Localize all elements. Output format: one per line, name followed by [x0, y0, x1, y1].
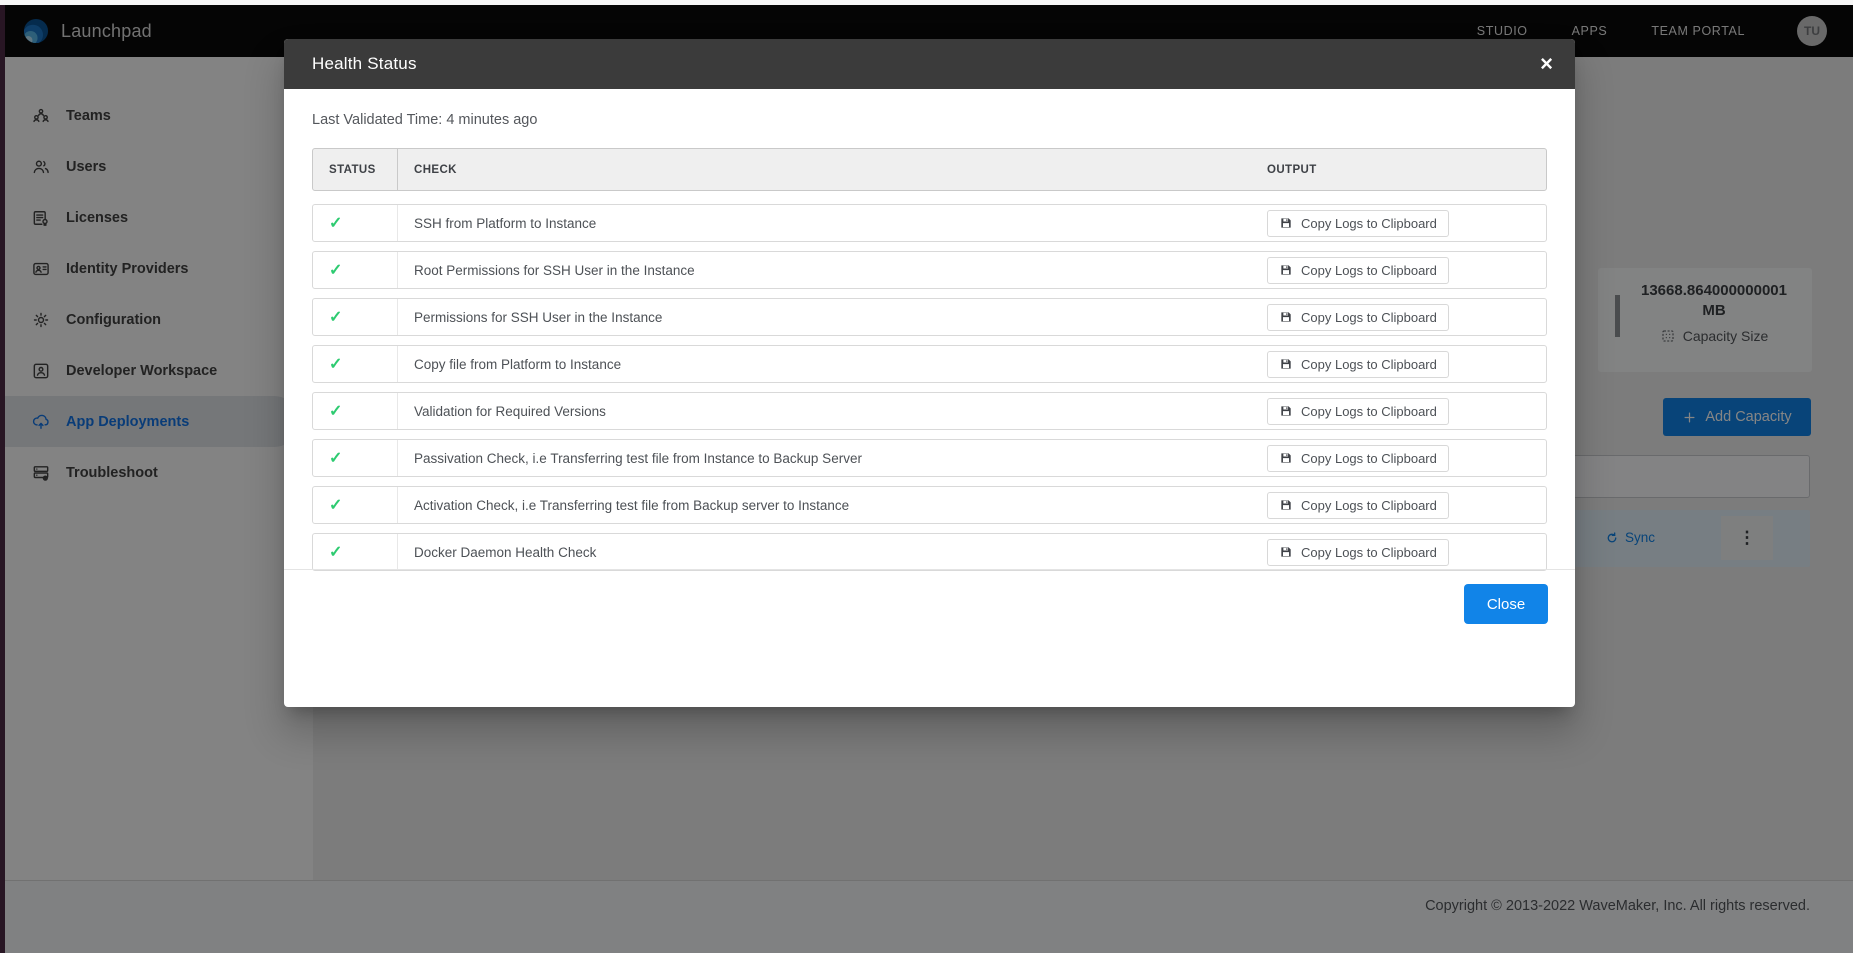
health-check-row: ✓ SSH from Platform to Instance Copy Log… — [312, 204, 1547, 242]
health-check-row: ✓ Passivation Check, i.e Transferring te… — [312, 439, 1547, 477]
check-name: Copy file from Platform to Instance — [398, 346, 1267, 382]
output-cell: Copy Logs to Clipboard — [1267, 487, 1546, 523]
copy-logs-button[interactable]: Copy Logs to Clipboard — [1267, 539, 1449, 566]
check-name: Docker Daemon Health Check — [398, 534, 1267, 570]
screen-top-strip — [0, 0, 1853, 5]
check-pass-icon: ✓ — [329, 495, 342, 515]
copy-logs-button[interactable]: Copy Logs to Clipboard — [1267, 492, 1449, 519]
save-icon — [1279, 545, 1293, 559]
check-pass-icon: ✓ — [329, 307, 342, 327]
modal-title: Health Status — [312, 54, 417, 74]
save-icon — [1279, 357, 1293, 371]
save-icon — [1279, 404, 1293, 418]
check-name: Root Permissions for SSH User in the Ins… — [398, 252, 1267, 288]
check-name: Permissions for SSH User in the Instance — [398, 299, 1267, 335]
save-icon — [1279, 498, 1293, 512]
output-cell: Copy Logs to Clipboard — [1267, 534, 1546, 570]
modal-body: Last Validated Time: 4 minutes ago STATU… — [284, 89, 1575, 638]
check-pass-icon: ✓ — [329, 354, 342, 374]
health-check-row: ✓ Docker Daemon Health Check Copy Logs t… — [312, 533, 1547, 571]
close-button[interactable]: Close — [1464, 584, 1548, 624]
output-cell: Copy Logs to Clipboard — [1267, 252, 1546, 288]
save-icon — [1279, 310, 1293, 324]
column-header-status: STATUS — [313, 149, 398, 190]
health-check-row: ✓ Activation Check, i.e Transferring tes… — [312, 486, 1547, 524]
output-cell: Copy Logs to Clipboard — [1267, 299, 1546, 335]
health-check-row: ✓ Root Permissions for SSH User in the I… — [312, 251, 1547, 289]
status-cell: ✓ — [313, 299, 398, 335]
status-cell: ✓ — [313, 440, 398, 476]
output-cell: Copy Logs to Clipboard — [1267, 205, 1546, 241]
modal-header: Health Status × — [284, 39, 1575, 89]
check-pass-icon: ✓ — [329, 401, 342, 421]
health-status-modal: Health Status × Last Validated Time: 4 m… — [284, 39, 1575, 707]
copy-logs-button[interactable]: Copy Logs to Clipboard — [1267, 398, 1449, 425]
check-name: SSH from Platform to Instance — [398, 205, 1267, 241]
output-cell: Copy Logs to Clipboard — [1267, 393, 1546, 429]
health-table-header: STATUS CHECK OUTPUT — [312, 148, 1547, 191]
save-icon — [1279, 216, 1293, 230]
health-check-row: ✓ Permissions for SSH User in the Instan… — [312, 298, 1547, 336]
copy-logs-label: Copy Logs to Clipboard — [1301, 263, 1437, 278]
status-cell: ✓ — [313, 534, 398, 570]
copy-logs-button[interactable]: Copy Logs to Clipboard — [1267, 304, 1449, 331]
copy-logs-button[interactable]: Copy Logs to Clipboard — [1267, 210, 1449, 237]
health-table-rows: ✓ SSH from Platform to Instance Copy Log… — [312, 204, 1547, 571]
copy-logs-label: Copy Logs to Clipboard — [1301, 357, 1437, 372]
health-check-row: ✓ Validation for Required Versions Copy … — [312, 392, 1547, 430]
copy-logs-label: Copy Logs to Clipboard — [1301, 310, 1437, 325]
check-name: Passivation Check, i.e Transferring test… — [398, 440, 1267, 476]
last-validated-text: Last Validated Time: 4 minutes ago — [312, 89, 1547, 128]
status-cell: ✓ — [313, 393, 398, 429]
column-header-check: CHECK — [398, 149, 1267, 190]
save-icon — [1279, 451, 1293, 465]
check-pass-icon: ✓ — [329, 448, 342, 468]
copy-logs-button[interactable]: Copy Logs to Clipboard — [1267, 257, 1449, 284]
health-check-row: ✓ Copy file from Platform to Instance Co… — [312, 345, 1547, 383]
status-cell: ✓ — [313, 252, 398, 288]
output-cell: Copy Logs to Clipboard — [1267, 346, 1546, 382]
copy-logs-label: Copy Logs to Clipboard — [1301, 404, 1437, 419]
copy-logs-label: Copy Logs to Clipboard — [1301, 451, 1437, 466]
copy-logs-button[interactable]: Copy Logs to Clipboard — [1267, 351, 1449, 378]
close-icon[interactable]: × — [1540, 53, 1553, 75]
status-cell: ✓ — [313, 205, 398, 241]
copy-logs-label: Copy Logs to Clipboard — [1301, 216, 1437, 231]
column-header-output: OUTPUT — [1267, 149, 1546, 190]
check-pass-icon: ✓ — [329, 542, 342, 562]
save-icon — [1279, 263, 1293, 277]
copy-logs-button[interactable]: Copy Logs to Clipboard — [1267, 445, 1449, 472]
screen-left-strip — [0, 5, 5, 953]
output-cell: Copy Logs to Clipboard — [1267, 440, 1546, 476]
status-cell: ✓ — [313, 346, 398, 382]
check-pass-icon: ✓ — [329, 260, 342, 280]
check-name: Activation Check, i.e Transferring test … — [398, 487, 1267, 523]
copy-logs-label: Copy Logs to Clipboard — [1301, 498, 1437, 513]
status-cell: ✓ — [313, 487, 398, 523]
check-pass-icon: ✓ — [329, 213, 342, 233]
check-name: Validation for Required Versions — [398, 393, 1267, 429]
modal-footer: Close — [284, 569, 1575, 638]
copy-logs-label: Copy Logs to Clipboard — [1301, 545, 1437, 560]
